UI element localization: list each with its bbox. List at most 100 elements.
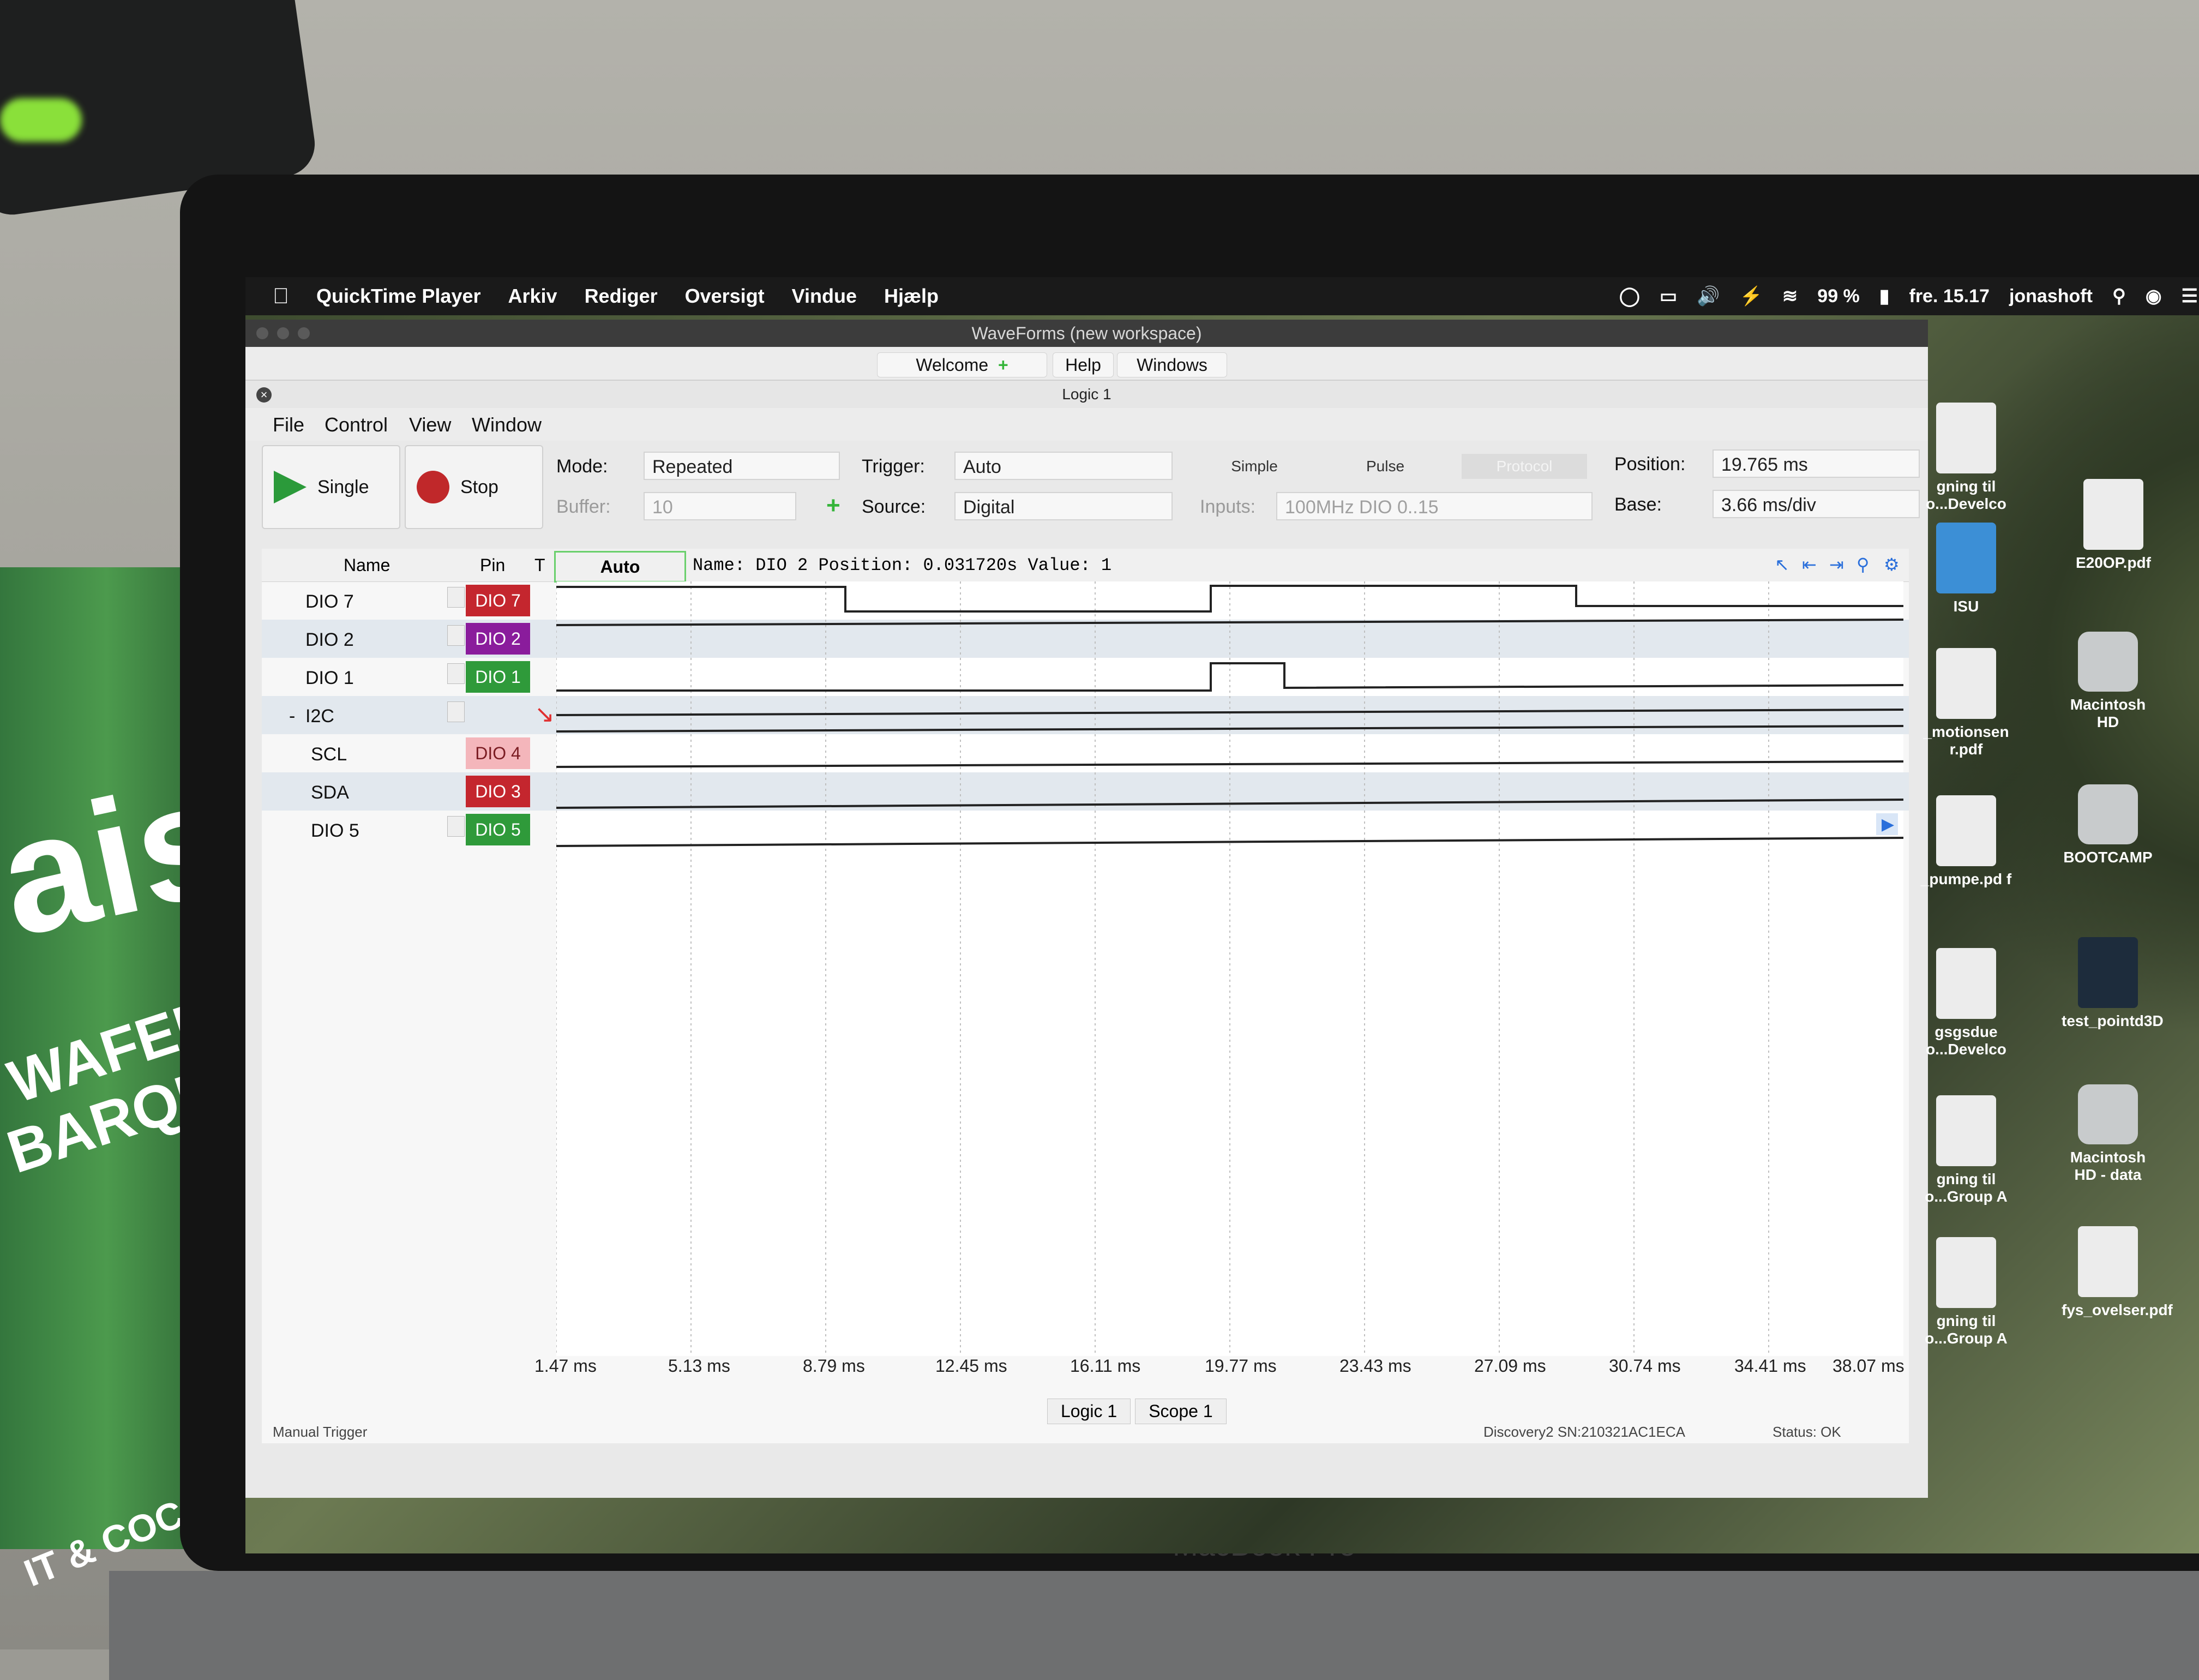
zoom-window-icon[interactable] bbox=[298, 327, 310, 339]
base-field[interactable]: 3.66 ms/div bbox=[1713, 490, 1920, 518]
siri-icon[interactable]: ◉ bbox=[2146, 285, 2162, 307]
cursor-icon[interactable]: ↖ bbox=[1775, 554, 1794, 574]
tab-windows[interactable]: Windows bbox=[1117, 352, 1227, 377]
channel-edit-icon[interactable] bbox=[447, 816, 465, 837]
user-name[interactable]: jonashoft bbox=[2009, 286, 2093, 307]
clock[interactable]: fre. 15.17 bbox=[1909, 286, 1990, 307]
pin-column-header: Pin bbox=[480, 555, 506, 575]
inputs-select[interactable]: 100MHz DIO 0..15 bbox=[1276, 492, 1593, 520]
simple-trigger-button[interactable]: Simple bbox=[1200, 454, 1309, 479]
image-file-icon bbox=[2078, 937, 2138, 1008]
channel-name: DIO 5 bbox=[311, 820, 359, 841]
time-tick: 23.43 ms bbox=[1339, 1356, 1411, 1376]
align-right-icon[interactable]: ⇥ bbox=[1829, 554, 1849, 574]
source-label: Source: bbox=[862, 496, 926, 517]
zoom-icon[interactable]: ⚲ bbox=[1856, 554, 1876, 574]
tab-help[interactable]: Help bbox=[1053, 352, 1114, 377]
position-field[interactable]: 19.765 ms bbox=[1713, 449, 1920, 478]
minimize-window-icon[interactable] bbox=[277, 327, 289, 339]
time-tick: 12.45 ms bbox=[935, 1356, 1007, 1376]
desktop-file-label: _pumpe.pd f bbox=[1920, 871, 2012, 887]
desktop-file-label: BOOTCAMP bbox=[2063, 849, 2153, 866]
single-button[interactable]: Single bbox=[262, 445, 400, 529]
desktop-file[interactable]: gning til o...Group A bbox=[1920, 1237, 2012, 1347]
desktop-file[interactable]: _pumpe.pd f bbox=[1920, 795, 2012, 888]
desktop-drive[interactable]: BOOTCAMP bbox=[2062, 784, 2154, 866]
base-label: Base: bbox=[1614, 494, 1662, 515]
waveform-plot[interactable]: ▶ bbox=[556, 581, 1903, 1356]
channel-edit-icon[interactable] bbox=[447, 663, 465, 684]
desktop-file[interactable]: gning til o...Group A bbox=[1920, 1095, 2012, 1205]
channel-name: I2C bbox=[305, 706, 334, 727]
source-select[interactable]: Digital bbox=[954, 492, 1173, 520]
tab-logic-1[interactable]: Logic 1 bbox=[1047, 1399, 1131, 1424]
manual-trigger-button[interactable]: Manual Trigger bbox=[273, 1424, 367, 1441]
stop-button[interactable]: Stop bbox=[405, 445, 543, 529]
chevron-right-icon[interactable]: ▶ bbox=[1882, 815, 1894, 833]
menu-control[interactable]: Control bbox=[325, 413, 388, 436]
instrument-tabs: Logic 1 Scope 1 bbox=[1047, 1399, 1227, 1424]
volume-icon[interactable]: 🔊 bbox=[1697, 285, 1720, 307]
tab-scope-1[interactable]: Scope 1 bbox=[1135, 1399, 1227, 1424]
tab-welcome-label: Welcome bbox=[916, 355, 989, 375]
status-label: Status: OK bbox=[1773, 1424, 1841, 1440]
mode-select[interactable]: Repeated bbox=[644, 452, 840, 480]
buffer-field[interactable]: 10 bbox=[644, 492, 796, 520]
menu-window[interactable]: Window bbox=[472, 413, 542, 436]
desktop-file[interactable]: _motionsen r.pdf bbox=[1920, 648, 2012, 758]
settings-icon[interactable]: ⚙ bbox=[1884, 554, 1903, 574]
collapse-icon[interactable]: - bbox=[289, 706, 295, 727]
search-icon[interactable]: ⚲ bbox=[2112, 285, 2126, 307]
bluetooth-icon[interactable]: ⚡ bbox=[1739, 285, 1762, 307]
align-left-icon[interactable]: ⇤ bbox=[1802, 554, 1822, 574]
menu-rediger[interactable]: Rediger bbox=[585, 285, 658, 308]
list-icon[interactable]: ☰ bbox=[2182, 285, 2198, 307]
desktop-file-label: fys_ovelser.pdf bbox=[2062, 1301, 2173, 1318]
pdf-icon bbox=[1936, 1237, 1996, 1308]
app-menu[interactable]: QuickTime Player bbox=[316, 285, 481, 308]
airplay-icon[interactable]: ▭ bbox=[1660, 285, 1677, 307]
desktop-file[interactable]: fys_ovelser.pdf bbox=[2062, 1226, 2173, 1319]
trigger-select[interactable]: Auto bbox=[954, 452, 1173, 480]
hard-drive-icon bbox=[2078, 784, 2138, 844]
desktop-drive[interactable]: Macintosh HD bbox=[2062, 632, 2154, 731]
tab-welcome[interactable]: Welcome + bbox=[877, 352, 1047, 377]
buffer-label: Buffer: bbox=[556, 496, 611, 517]
menu-file[interactable]: File bbox=[273, 413, 304, 436]
signal-view: Name Pin T Auto Name: DIO 2 Position: 0.… bbox=[262, 549, 1909, 1443]
notification-icon[interactable]: ◯ bbox=[1619, 285, 1640, 307]
desktop-file[interactable]: test_pointd3D bbox=[2062, 937, 2164, 1030]
desktop-file[interactable]: gning til o...Develco bbox=[1920, 403, 2012, 513]
desktop-file[interactable]: E20OP.pdf bbox=[2067, 479, 2160, 572]
protocol-trigger-button[interactable]: Protocol bbox=[1462, 454, 1587, 479]
document-icon bbox=[1936, 1095, 1996, 1166]
auto-button[interactable]: Auto bbox=[554, 551, 686, 583]
menu-arkiv[interactable]: Arkiv bbox=[508, 285, 557, 308]
time-tick: 5.13 ms bbox=[668, 1356, 730, 1376]
battery-percent[interactable]: 99 % bbox=[1817, 286, 1860, 307]
apple-icon[interactable]:  bbox=[273, 284, 289, 309]
pdf-icon bbox=[1936, 948, 1996, 1019]
inputs-label: Inputs: bbox=[1200, 496, 1256, 517]
channel-edit-icon[interactable] bbox=[447, 587, 465, 608]
desktop-file-label: gsgsdue o...Develco bbox=[1926, 1023, 2006, 1058]
menu-hjaelp[interactable]: Hjælp bbox=[884, 285, 939, 308]
channel-edit-icon[interactable] bbox=[447, 701, 465, 722]
channel-pin: DIO 3 bbox=[466, 776, 530, 807]
desktop-folder[interactable]: ISU bbox=[1920, 523, 2012, 615]
battery-icon[interactable]: ▮ bbox=[1879, 285, 1890, 307]
channel-edit-icon[interactable] bbox=[447, 625, 465, 646]
menu-oversigt[interactable]: Oversigt bbox=[685, 285, 765, 308]
desktop-file[interactable]: gsgsdue o...Develco bbox=[1920, 948, 2012, 1058]
desktop-drive[interactable]: Macintosh HD - data bbox=[2062, 1084, 2154, 1184]
add-tab-icon[interactable]: + bbox=[993, 355, 1008, 375]
menu-vindue[interactable]: Vindue bbox=[792, 285, 857, 308]
menu-view[interactable]: View bbox=[409, 413, 451, 436]
stop-label: Stop bbox=[460, 476, 498, 497]
close-window-icon[interactable] bbox=[256, 327, 268, 339]
add-buffer-icon[interactable]: + bbox=[826, 492, 840, 519]
wifi-icon[interactable]: ≋ bbox=[1782, 285, 1798, 307]
close-instrument-icon[interactable]: × bbox=[256, 387, 272, 403]
camera-led bbox=[0, 98, 82, 142]
pulse-trigger-button[interactable]: Pulse bbox=[1331, 454, 1440, 479]
